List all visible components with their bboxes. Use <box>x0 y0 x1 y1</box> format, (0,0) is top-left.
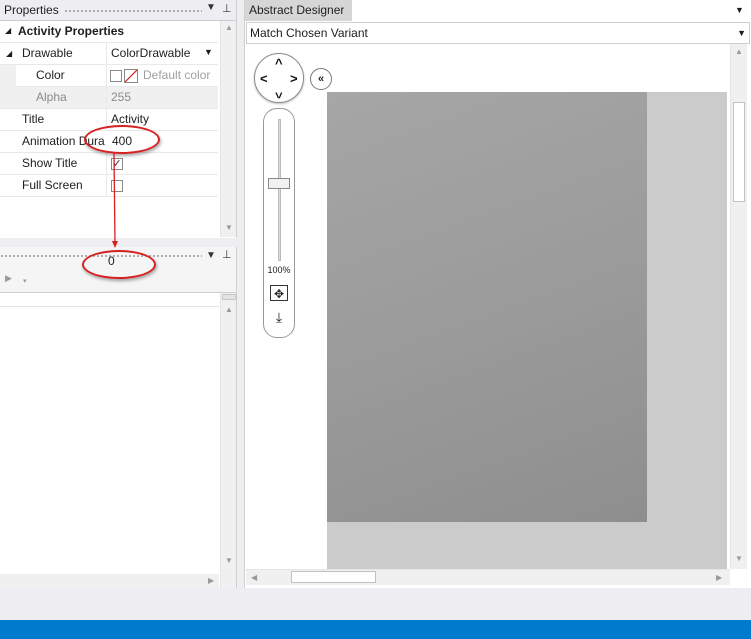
pan-down-icon[interactable]: ^ <box>275 86 283 101</box>
property-name: Full Screen <box>22 178 83 192</box>
property-name: Color <box>36 68 65 82</box>
property-name: Show Title <box>22 156 78 170</box>
chevron-down-icon[interactable]: ▼ <box>737 23 746 43</box>
scroll-down-icon[interactable]: ▼ <box>225 223 233 232</box>
scroll-thumb[interactable] <box>222 294 236 300</box>
scroll-right-icon[interactable]: ▶ <box>716 573 722 582</box>
variant-value: Match Chosen Variant <box>250 26 368 40</box>
property-row-alpha[interactable]: Alpha 255 <box>0 87 218 109</box>
section-header-row[interactable]: ◢ Activity Properties <box>0 21 218 43</box>
pin-icon[interactable]: ⊥ <box>222 248 232 261</box>
pan-right-icon[interactable]: > <box>290 71 298 86</box>
scroll-up-icon[interactable]: ▲ <box>225 23 233 32</box>
annotation-arrow <box>112 151 118 248</box>
chevron-down-icon[interactable]: ▼ <box>204 47 213 57</box>
device-screen[interactable] <box>327 92 647 522</box>
no-color-icon[interactable] <box>124 69 138 83</box>
pan-up-icon[interactable]: ^ <box>275 56 283 71</box>
designer-vscroll[interactable]: ▲ ▼ <box>730 44 747 569</box>
lower-input-row[interactable] <box>0 293 219 307</box>
pin-icon[interactable]: ⊥ <box>222 2 232 15</box>
lower-hscroll[interactable]: ▶ <box>0 574 219 588</box>
scroll-up-icon[interactable]: ▲ <box>225 305 233 314</box>
download-icon[interactable]: ⤓ <box>270 309 288 325</box>
status-bar <box>0 620 751 639</box>
section-header: Activity Properties <box>18 24 125 38</box>
abstract-designer: Abstract Designer ▼ Match Chosen Variant… <box>244 0 751 588</box>
play-icon[interactable]: ▶ <box>5 273 12 284</box>
designer-hscroll[interactable]: ◀ ▶ <box>246 569 730 585</box>
scroll-down-icon[interactable]: ▼ <box>735 554 743 563</box>
property-row-color[interactable]: Color Default color <box>0 65 218 87</box>
property-name: Title <box>22 112 45 126</box>
drawable-dropdown[interactable]: ColorDrawable <box>111 43 190 64</box>
designer-tab[interactable]: Abstract Designer <box>245 0 353 21</box>
pan-left-icon[interactable]: < <box>260 71 268 86</box>
zoom-track[interactable] <box>278 119 281 261</box>
property-name: Drawable <box>22 46 73 60</box>
property-name: Alpha <box>36 90 67 104</box>
designer-menu-icon[interactable]: ▼ <box>735 5 744 15</box>
zoom-slider-thumb[interactable] <box>268 177 290 189</box>
scroll-up-icon[interactable]: ▲ <box>735 47 743 56</box>
annotation-ellipse <box>82 250 156 279</box>
zoom-control[interactable]: 100% ✥ ⤓ <box>263 108 295 338</box>
scroll-right-icon[interactable]: ▶ <box>208 576 214 585</box>
scroll-down-icon[interactable]: ▼ <box>225 556 233 565</box>
alpha-value: 255 <box>111 90 132 104</box>
color-swatch[interactable] <box>110 70 122 82</box>
scroll-left-icon[interactable]: ◀ <box>251 573 257 582</box>
dropdown-icon[interactable]: ▾ <box>23 277 27 285</box>
collapse-icon[interactable]: ◢ <box>5 26 11 35</box>
pan-control[interactable]: ^ < > ^ <box>254 53 304 103</box>
scroll-thumb[interactable] <box>291 571 376 583</box>
expand-icon[interactable]: ◢ <box>6 49 12 58</box>
property-grid-scrollbar[interactable]: ▲ ▼ <box>220 21 236 237</box>
panel-menu-icon[interactable]: ▼ <box>206 250 216 261</box>
panel-menu-icon[interactable]: ▼ <box>206 2 216 13</box>
scroll-thumb[interactable] <box>733 102 745 202</box>
color-value: Default color <box>143 68 211 82</box>
lower-panel-content: ▲ ▼ ▶ <box>0 292 236 588</box>
variant-select[interactable]: Match Chosen Variant ▼ <box>246 22 750 44</box>
property-row-drawable[interactable]: ◢ Drawable ColorDrawable ▼ <box>0 43 218 65</box>
lower-panel-scrollbar[interactable]: ▲ ▼ <box>220 293 236 588</box>
panel-grip[interactable] <box>64 9 202 13</box>
lower-panel: ▼ ⊥ 0 ▶ ▾ ▲ ▼ ▶ <box>0 247 237 588</box>
collapse-toolbox-icon[interactable]: « <box>310 68 332 90</box>
zoom-label: 100% <box>267 265 291 275</box>
designer-canvas[interactable]: ^ < > ^ « 100% ✥ ⤓ <box>246 44 730 569</box>
fit-to-screen-icon[interactable]: ✥ <box>270 285 288 301</box>
